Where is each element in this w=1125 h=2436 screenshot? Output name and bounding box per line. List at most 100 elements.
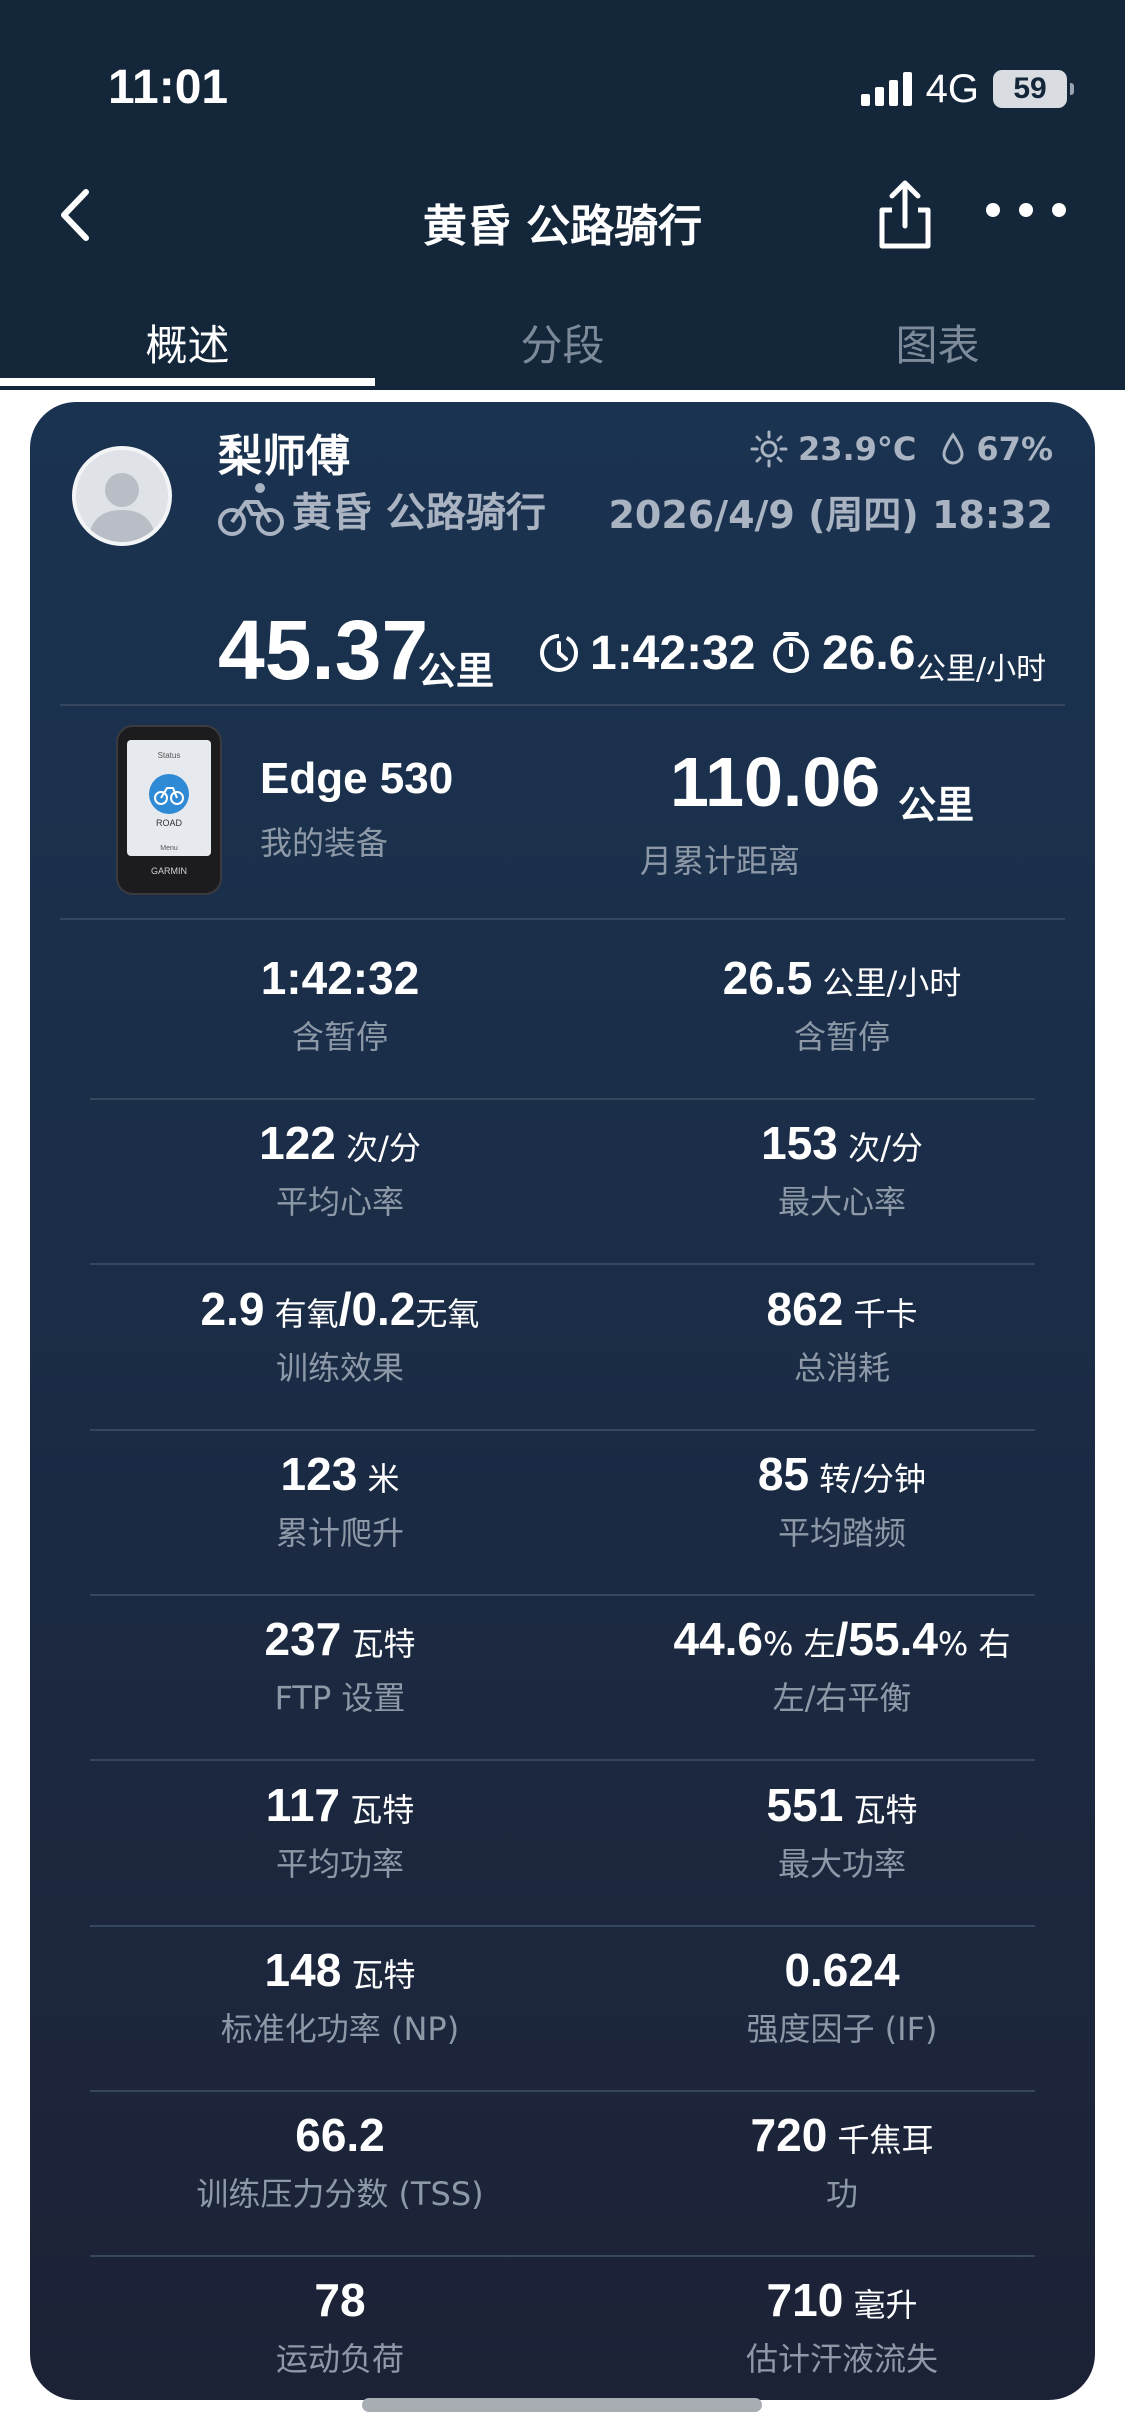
stat-label: FTP 设置 (274, 1679, 406, 1718)
monthly-distance-label: 月累计距离 (639, 842, 800, 880)
stat-unit: 瓦特 (341, 1625, 416, 1664)
stat-unit: 有氧 (264, 1294, 339, 1333)
stat-number: 123 (280, 1447, 358, 1500)
battery-level: 59 (1013, 72, 1047, 105)
network-type: 4G (925, 66, 979, 111)
stat-value: 237 瓦特 (90, 1609, 590, 1669)
stat-number: 85 (757, 1447, 810, 1500)
device-screen-menu: Menu (160, 845, 178, 852)
tab-splits[interactable]: 分段 (375, 290, 750, 390)
stat-value: 66.2 (90, 2105, 590, 2165)
stat-unit: % 左 (763, 1625, 836, 1664)
stat-label: 总消耗 (793, 1348, 890, 1387)
divider (60, 704, 1065, 706)
stat-unit: 米 (357, 1459, 400, 1498)
stat-right: 44.6% 左/55.4% 右左/右平衡 (592, 1609, 1092, 1719)
stat-number: 26.5 (722, 952, 813, 1004)
stopwatch-icon (773, 632, 809, 673)
app-header: 11:01 4G 59 黄昏 公路骑行 概述 分段 图表 (0, 0, 1125, 390)
sun-icon (750, 430, 788, 468)
stat-value: 720 千焦耳 (592, 2105, 1092, 2165)
stat-value: 44.6% 左/55.4% 右 (592, 1609, 1092, 1669)
battery-icon: 59 (993, 70, 1074, 108)
stat-number: 0.624 (784, 1943, 900, 1996)
divider (90, 1593, 1035, 1596)
stat-unit: 瓦特 (341, 1955, 416, 1994)
stat-value: 148 瓦特 (90, 1940, 590, 2000)
tab-overview[interactable]: 概述 (0, 290, 375, 390)
stat-number: /0.2 (338, 1282, 416, 1335)
stat-label: 最大心率 (777, 1183, 906, 1222)
stat-left: 123 米累计爬升 (90, 1444, 590, 1554)
stat-label: 含暂停 (291, 1018, 388, 1056)
stat-number: 2.9 (200, 1282, 265, 1335)
temperature: 23.9°C (797, 430, 917, 468)
stat-left: 2.9 有氧/0.2无氧 训练效果 (90, 1279, 590, 1389)
stat-left: 1:42:32 含暂停 (90, 948, 590, 1058)
stat-number: 78 (314, 2274, 366, 2327)
device-screen-road: ROAD (156, 818, 183, 828)
monthly-distance-unit: 公里 (898, 783, 975, 827)
stat-value: 0.624 (592, 1940, 1092, 2000)
stat-label: 最大功率 (777, 1844, 906, 1883)
device-screen-status: Status (158, 751, 181, 760)
user-silhouette-icon (88, 473, 156, 542)
stat-number: 1:42:32 (260, 952, 420, 1004)
monthly-distance: 110.06 (670, 743, 881, 821)
stat-label: 左/右平衡 (772, 1679, 912, 1718)
activity-card: 梨师傅 黄昏 公路骑行 23.9°C 67% 2026/4/9 (周四) 18:… (30, 402, 1095, 2400)
stat-left: 148 瓦特 标准化功率 (NP) (90, 1940, 590, 2050)
stat-right: 551 瓦特 最大功率 (592, 1775, 1092, 1885)
stat-left: 122 次/分 平均心率 (90, 1113, 590, 1223)
stat-label: 训练效果 (275, 1348, 404, 1387)
stat-right: 85 转/分钟平均踏频 (592, 1444, 1092, 1554)
stat-unit: 次/分 (335, 1129, 421, 1168)
stat-unit: 无氧 (415, 1294, 480, 1333)
stat-label: 运动负荷 (275, 2340, 404, 2379)
divider (90, 1924, 1035, 1927)
divider (90, 1428, 1035, 1431)
stat-value: 78 (90, 2270, 590, 2330)
stat-number: 720 (750, 2109, 828, 2162)
divider (90, 2089, 1035, 2092)
distance-unit: 公里 (418, 649, 495, 693)
divider (90, 1759, 1035, 1762)
stat-right: 26.5 公里/小时 含暂停 (592, 948, 1092, 1058)
status-time: 11:01 (108, 61, 229, 114)
tab-charts[interactable]: 图表 (750, 290, 1125, 390)
more-options-icon[interactable] (986, 190, 1066, 230)
stat-label: 强度因子 (IF) (746, 2009, 938, 2048)
user-name: 梨师傅 (218, 431, 350, 482)
stat-right: 0.624 强度因子 (IF) (592, 1940, 1092, 2050)
stat-number: /55.4 (835, 1613, 938, 1666)
status-indicators: 4G 59 (860, 66, 1074, 112)
stat-value: 122 次/分 (90, 1113, 590, 1173)
stat-unit: 千卡 (843, 1294, 918, 1333)
share-icon[interactable] (870, 176, 940, 252)
stat-number: 148 (264, 1943, 342, 1996)
stat-number: 862 (766, 1282, 844, 1335)
weather-info: 23.9°C 67% (750, 430, 1053, 468)
nav-bar: 黄昏 公路骑行 (0, 170, 1125, 260)
home-indicator (362, 2398, 762, 2412)
stat-left: 237 瓦特 FTP 设置 (90, 1609, 590, 1719)
stat-label: 含暂停 (793, 1018, 890, 1056)
clock-icon (540, 634, 578, 672)
stat-value: 117 瓦特 (90, 1775, 590, 1835)
stat-label: 平均功率 (275, 1844, 404, 1883)
stat-label: 累计爬升 (275, 1513, 404, 1552)
avatar[interactable] (72, 446, 172, 546)
stat-label: 平均踏频 (777, 1513, 906, 1552)
stat-number: 710 (766, 2274, 844, 2327)
device-label: 我的装备 (260, 824, 389, 862)
divider (90, 2255, 1035, 2258)
stat-unit: 转/分钟 (809, 1459, 927, 1498)
humidity-icon (942, 432, 964, 465)
divider (90, 1098, 1035, 1100)
activity-datetime: 2026/4/9 (周四) 18:32 (608, 493, 1053, 537)
device-image[interactable]: Status ROAD Menu GARMIN (115, 724, 223, 896)
activity-type: 黄昏 公路骑行 (292, 490, 546, 536)
stat-label: 估计汗液流失 (745, 2340, 938, 2379)
stat-right: 862 千卡总消耗 (592, 1279, 1092, 1389)
stat-right: 153 次/分 最大心率 (592, 1113, 1092, 1223)
